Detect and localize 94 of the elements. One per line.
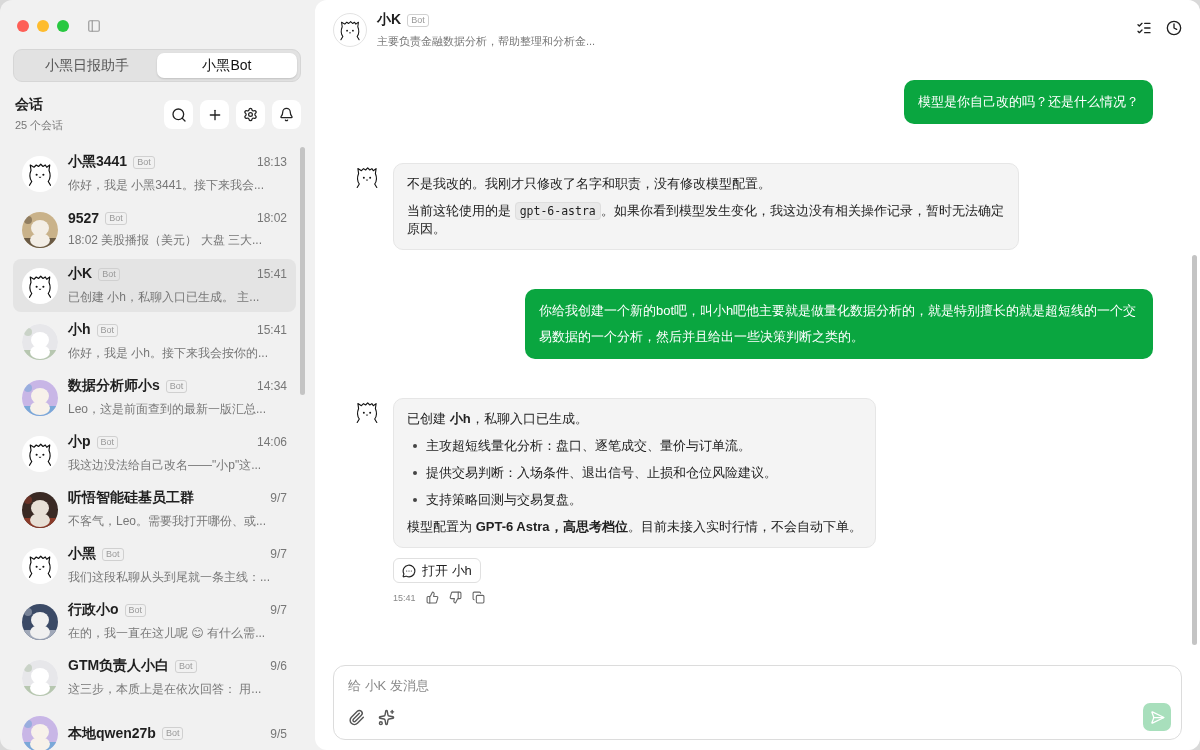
- bot-badge: Bot: [102, 547, 124, 561]
- send-icon: [1149, 709, 1165, 725]
- message-preview: 在的，我一直在这儿呢 😊 有什么需...: [68, 625, 267, 642]
- user-message: 模型是你自己改的吗？还是什么情况？: [904, 80, 1153, 124]
- thumbs-down-icon[interactable]: [448, 591, 462, 604]
- close-button[interactable]: [17, 20, 29, 32]
- conversation-time: 9/7: [270, 491, 287, 505]
- conversation-name: 小K: [68, 265, 93, 283]
- bullet-icon: [413, 471, 417, 475]
- open-chat-button[interactable]: 打开 小h: [393, 558, 481, 583]
- message-preview: 我这边没法给自己改名——"小p"这...: [68, 457, 263, 474]
- conversation-item[interactable]: 小黑3441 Bot 18:13 你好，我是 小黑3441。接下来我会...: [13, 147, 296, 200]
- message-preview: 不客气，Leo。需要我打开哪份、或...: [68, 513, 268, 530]
- conversation-time: 18:02: [256, 211, 287, 225]
- conversation-item[interactable]: 行政小o Bot 9/7 在的，我一直在这儿呢 😊 有什么需...: [13, 595, 296, 648]
- conversation-item[interactable]: 小h Bot 15:41 你好，我是 小h。接下来我会按你的...: [13, 315, 296, 368]
- conversation-name: 小p: [68, 433, 91, 451]
- message-text: 不是我改的。我刚才只修改了名字和职责，没有修改模型配置。: [407, 175, 772, 193]
- settings-button[interactable]: [236, 100, 265, 129]
- bot-badge: Bot: [161, 727, 184, 740]
- conversation-item[interactable]: 小黑 Bot 9/7 我们这段私聊从头到尾就一条主线：...: [13, 539, 296, 592]
- scrollbar[interactable]: [300, 147, 305, 395]
- bot-badge: Bot: [175, 659, 197, 673]
- bot-badge: Bot: [407, 13, 429, 27]
- section-title: 会话: [15, 96, 44, 114]
- bot-badge: Bot: [124, 603, 147, 617]
- conversation-item[interactable]: 小p Bot 14:06 我这边没法给自己改名——"小p"这...: [13, 427, 296, 480]
- conversation-name: 数据分析师小s: [68, 377, 160, 395]
- conversation-time: 9/7: [270, 547, 287, 561]
- message-preview: 这三步，本质上是在依次回答： 用...: [68, 681, 263, 698]
- message-preview: 你好，我是 小h。接下来我会按你的...: [68, 345, 269, 362]
- conversation-time: 9/7: [270, 603, 287, 617]
- conversation-name: 9527: [68, 210, 100, 226]
- conversation-name: 小黑3441: [68, 153, 128, 171]
- search-icon: [170, 106, 187, 123]
- notifications-button[interactable]: [272, 100, 301, 129]
- conversation-count: 25 个会话: [15, 118, 65, 133]
- conversation-time: 9/5: [270, 726, 287, 741]
- message-preview: 已创建 小h，私聊入口已生成。 主...: [68, 289, 261, 306]
- message-text: 已创建 小h，私聊入口已生成。: [407, 410, 589, 428]
- bot-badge: Bot: [133, 155, 155, 169]
- new-button[interactable]: [200, 100, 229, 129]
- bot-badge: Bot: [96, 435, 119, 449]
- search-button[interactable]: [164, 100, 193, 129]
- list-item-text: 提供交易判断：入场条件、退出信号、止损和仓位风险建议。: [426, 464, 777, 482]
- conversation-item[interactable]: 9527 Bot 18:02 18:02 美股播报（美元） 大盘 三大...: [13, 203, 296, 256]
- conversation-time: 18:13: [256, 155, 287, 169]
- conversation-time: 15:41: [256, 323, 287, 337]
- bell-icon: [279, 107, 294, 122]
- copy-icon[interactable]: [471, 591, 485, 604]
- checklist-icon[interactable]: [1136, 20, 1152, 36]
- message-preview: Leo，这是前面查到的最新一版汇总...: [68, 401, 268, 418]
- sidebar-toggle-icon[interactable]: [87, 19, 101, 33]
- chat-bubble-icon: [402, 563, 416, 578]
- conversation-time: 14:06: [256, 435, 287, 449]
- chat-title: 小K: [377, 11, 402, 29]
- message-time: 15:41: [393, 592, 416, 603]
- conversation-name: GTM负责人小白: [68, 657, 170, 675]
- conversation-name: 本地qwen27b: [68, 724, 156, 743]
- thumbs-up-icon[interactable]: [425, 591, 439, 604]
- chat-subtitle: 主要负责金融数据分析，帮助整理和分析金...: [377, 34, 596, 49]
- message-preview: 18:02 美股播报（美元） 大盘 三大...: [68, 232, 264, 249]
- gear-icon: [243, 107, 258, 122]
- list-item-text: 支持策略回测与交易复盘。: [426, 491, 582, 509]
- message-text: 当前这轮使用的是 gpt-6-astra 。如果你看到模型发生变化，我这边没有相关操作记录，暂时无法确定原因。: [407, 202, 1005, 238]
- message-text: 模型配置为 GPT-6 Astra，高思考档位。目前未接入实时行情，不会自动下单。: [407, 518, 862, 536]
- conversation-item[interactable]: GTM负责人小白 Bot 9/6 这三步，本质上是在依次回答： 用...: [13, 651, 296, 704]
- bullet-icon: [413, 498, 417, 502]
- message-preview: 我们这段私聊从头到尾就一条主线：...: [68, 569, 271, 586]
- bot-badge: Bot: [98, 267, 120, 281]
- conversation-item[interactable]: 小K Bot 15:41 已创建 小h，私聊入口已生成。 主...: [13, 259, 296, 312]
- conversation-name: 小黑: [68, 545, 96, 563]
- clock-icon[interactable]: [1166, 20, 1182, 36]
- conversation-item[interactable]: 数据分析师小s Bot 14:34 Leo，这是前面查到的最新一版汇总...: [13, 371, 296, 424]
- conversation-item[interactable]: 听悟智能硅基员工群 9/7 不客气，Leo。需要我打开哪份、或...: [13, 483, 296, 536]
- tab[interactable]: 小黑日报助手: [17, 53, 157, 78]
- bullet-icon: [413, 444, 417, 448]
- conversation-time: 9/6: [270, 659, 287, 673]
- message-preview: 你好，我是 小黑3441。接下来我会...: [68, 177, 266, 194]
- conversation-name: 行政小o: [68, 601, 119, 619]
- conversation-item[interactable]: 本地qwen27b Bot 9/5: [13, 707, 296, 750]
- tab[interactable]: 小黑Bot: [157, 53, 297, 78]
- bot-badge: Bot: [165, 379, 188, 393]
- bot-badge: Bot: [96, 323, 119, 337]
- conversation-name: 听悟智能硅基员工群: [68, 489, 194, 507]
- scrollbar[interactable]: [1192, 255, 1197, 645]
- conversation-time: 15:41: [256, 267, 287, 281]
- user-message: 你给我创建一个新的bot吧，叫小h吧他主要就是做量化数据分析的，就是特别擅长的就是超短线的一个交易数据的一个分析，然后并且给出一些决策判断之类的。: [525, 289, 1153, 359]
- bot-badge: Bot: [105, 211, 127, 225]
- sparkles-icon[interactable]: [378, 708, 395, 726]
- list-item-text: 主攻超短线量化分析：盘口、逐笔成交、量价与订单流。: [426, 437, 751, 455]
- conversation-name: 小h: [68, 321, 91, 339]
- paperclip-icon[interactable]: [348, 708, 365, 726]
- conversation-time: 14:34: [256, 379, 287, 393]
